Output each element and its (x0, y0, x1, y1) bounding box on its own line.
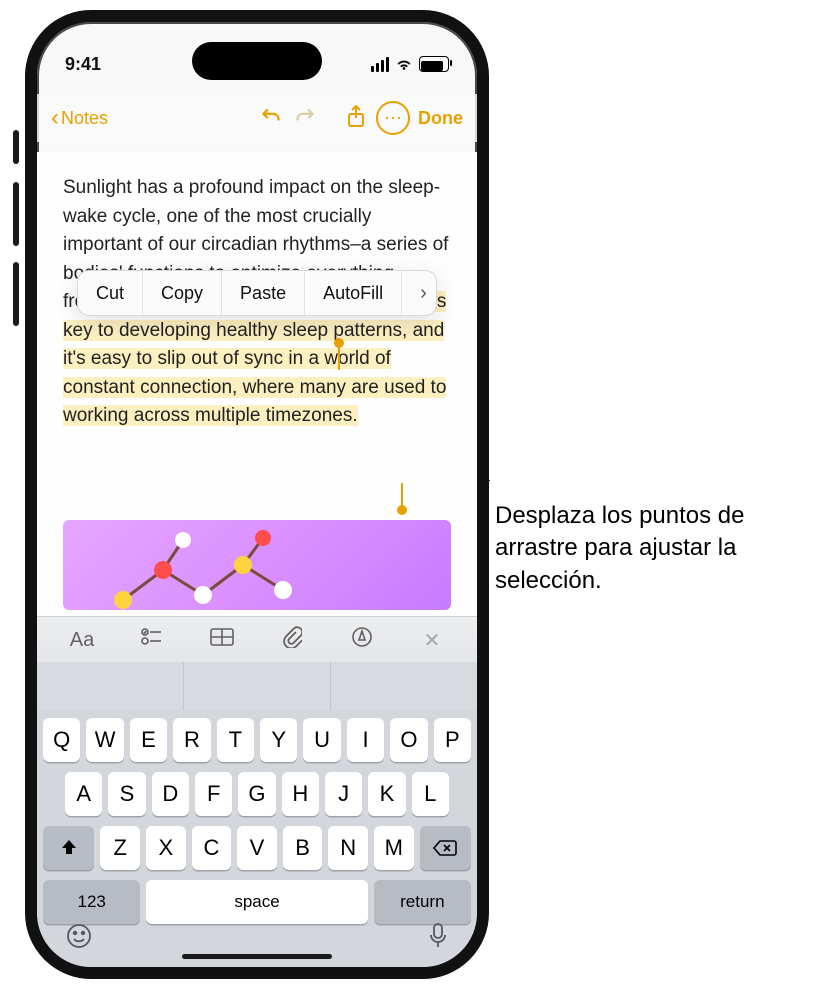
selection-handle-end[interactable] (397, 505, 407, 515)
key-c[interactable]: C (192, 826, 232, 870)
key-a[interactable]: A (65, 772, 102, 816)
attachment-icon[interactable] (275, 626, 309, 654)
wifi-icon (395, 57, 413, 71)
ellipsis-icon: ⋯ (384, 108, 402, 129)
nav-bar: ‹ Notes ⋯ Done (37, 94, 477, 142)
chevron-left-icon: ‹ (51, 106, 59, 130)
table-icon[interactable] (205, 628, 239, 652)
context-cut[interactable]: Cut (78, 271, 142, 315)
iphone-frame: 9:41 ‹ Notes (25, 10, 489, 979)
key-q[interactable]: Q (43, 718, 80, 762)
key-e[interactable]: E (130, 718, 167, 762)
redo-button[interactable] (292, 103, 318, 134)
key-shift[interactable] (43, 826, 94, 870)
key-m[interactable]: M (374, 826, 414, 870)
key-l[interactable]: L (412, 772, 449, 816)
chevron-right-icon: › (420, 282, 427, 305)
battery-icon (419, 56, 449, 72)
key-y[interactable]: Y (260, 718, 297, 762)
key-t[interactable]: T (217, 718, 254, 762)
key-d[interactable]: D (152, 772, 189, 816)
key-numbers[interactable]: 123 (43, 880, 140, 924)
volume-down-button[interactable] (13, 262, 19, 326)
selection-handle-start[interactable] (334, 338, 344, 348)
suggestion-slot-2[interactable] (183, 662, 330, 710)
key-j[interactable]: J (325, 772, 362, 816)
onscreen-keyboard: Q W E R T Y U I O P A S D F G H J K L (37, 710, 477, 967)
key-k[interactable]: K (368, 772, 405, 816)
undo-button[interactable] (258, 103, 284, 134)
key-s[interactable]: S (108, 772, 145, 816)
format-toolbar: Aa ✕ (37, 616, 477, 664)
volume-up-button[interactable] (13, 182, 19, 246)
callout-text: Desplaza los puntos de arrastre para aju… (495, 500, 805, 597)
close-format-icon[interactable]: ✕ (415, 628, 449, 653)
cellular-signal-icon (371, 57, 389, 72)
status-bar: 9:41 (37, 44, 477, 84)
home-indicator[interactable] (182, 954, 332, 959)
key-v[interactable]: V (237, 826, 277, 870)
key-delete[interactable] (420, 826, 471, 870)
key-w[interactable]: W (86, 718, 123, 762)
done-button[interactable]: Done (418, 108, 463, 129)
text-format-icon[interactable]: Aa (65, 629, 99, 652)
key-r[interactable]: R (173, 718, 210, 762)
key-u[interactable]: U (303, 718, 340, 762)
back-label: Notes (61, 108, 108, 129)
key-z[interactable]: Z (100, 826, 140, 870)
more-button[interactable]: ⋯ (376, 101, 410, 135)
text-context-menu: Cut Copy Paste AutoFill › (77, 270, 437, 316)
checklist-icon[interactable] (135, 627, 169, 653)
context-more[interactable]: › (401, 271, 437, 315)
markup-icon[interactable] (345, 626, 379, 654)
key-return[interactable]: return (374, 880, 471, 924)
key-h[interactable]: H (282, 772, 319, 816)
status-time: 9:41 (65, 54, 101, 75)
key-space[interactable]: space (146, 880, 367, 924)
share-button[interactable] (344, 103, 368, 134)
key-x[interactable]: X (146, 826, 186, 870)
suggestion-slot-3[interactable] (330, 662, 477, 710)
emoji-button[interactable] (65, 922, 93, 957)
suggestion-slot-1[interactable] (37, 662, 183, 710)
key-o[interactable]: O (390, 718, 427, 762)
key-n[interactable]: N (328, 826, 368, 870)
back-button[interactable]: ‹ Notes (51, 106, 108, 130)
key-f[interactable]: F (195, 772, 232, 816)
note-inline-image[interactable] (63, 520, 451, 610)
context-paste[interactable]: Paste (221, 271, 304, 315)
key-p[interactable]: P (434, 718, 471, 762)
dictation-button[interactable] (427, 922, 449, 957)
keyboard-suggestion-bar (37, 662, 477, 710)
key-g[interactable]: G (238, 772, 275, 816)
silence-switch[interactable] (13, 130, 19, 164)
note-text-before: Sunlight has a profound impact on the sl… (63, 177, 448, 255)
key-i[interactable]: I (347, 718, 384, 762)
context-copy[interactable]: Copy (142, 271, 221, 315)
key-b[interactable]: B (283, 826, 323, 870)
context-autofill[interactable]: AutoFill (304, 271, 401, 315)
